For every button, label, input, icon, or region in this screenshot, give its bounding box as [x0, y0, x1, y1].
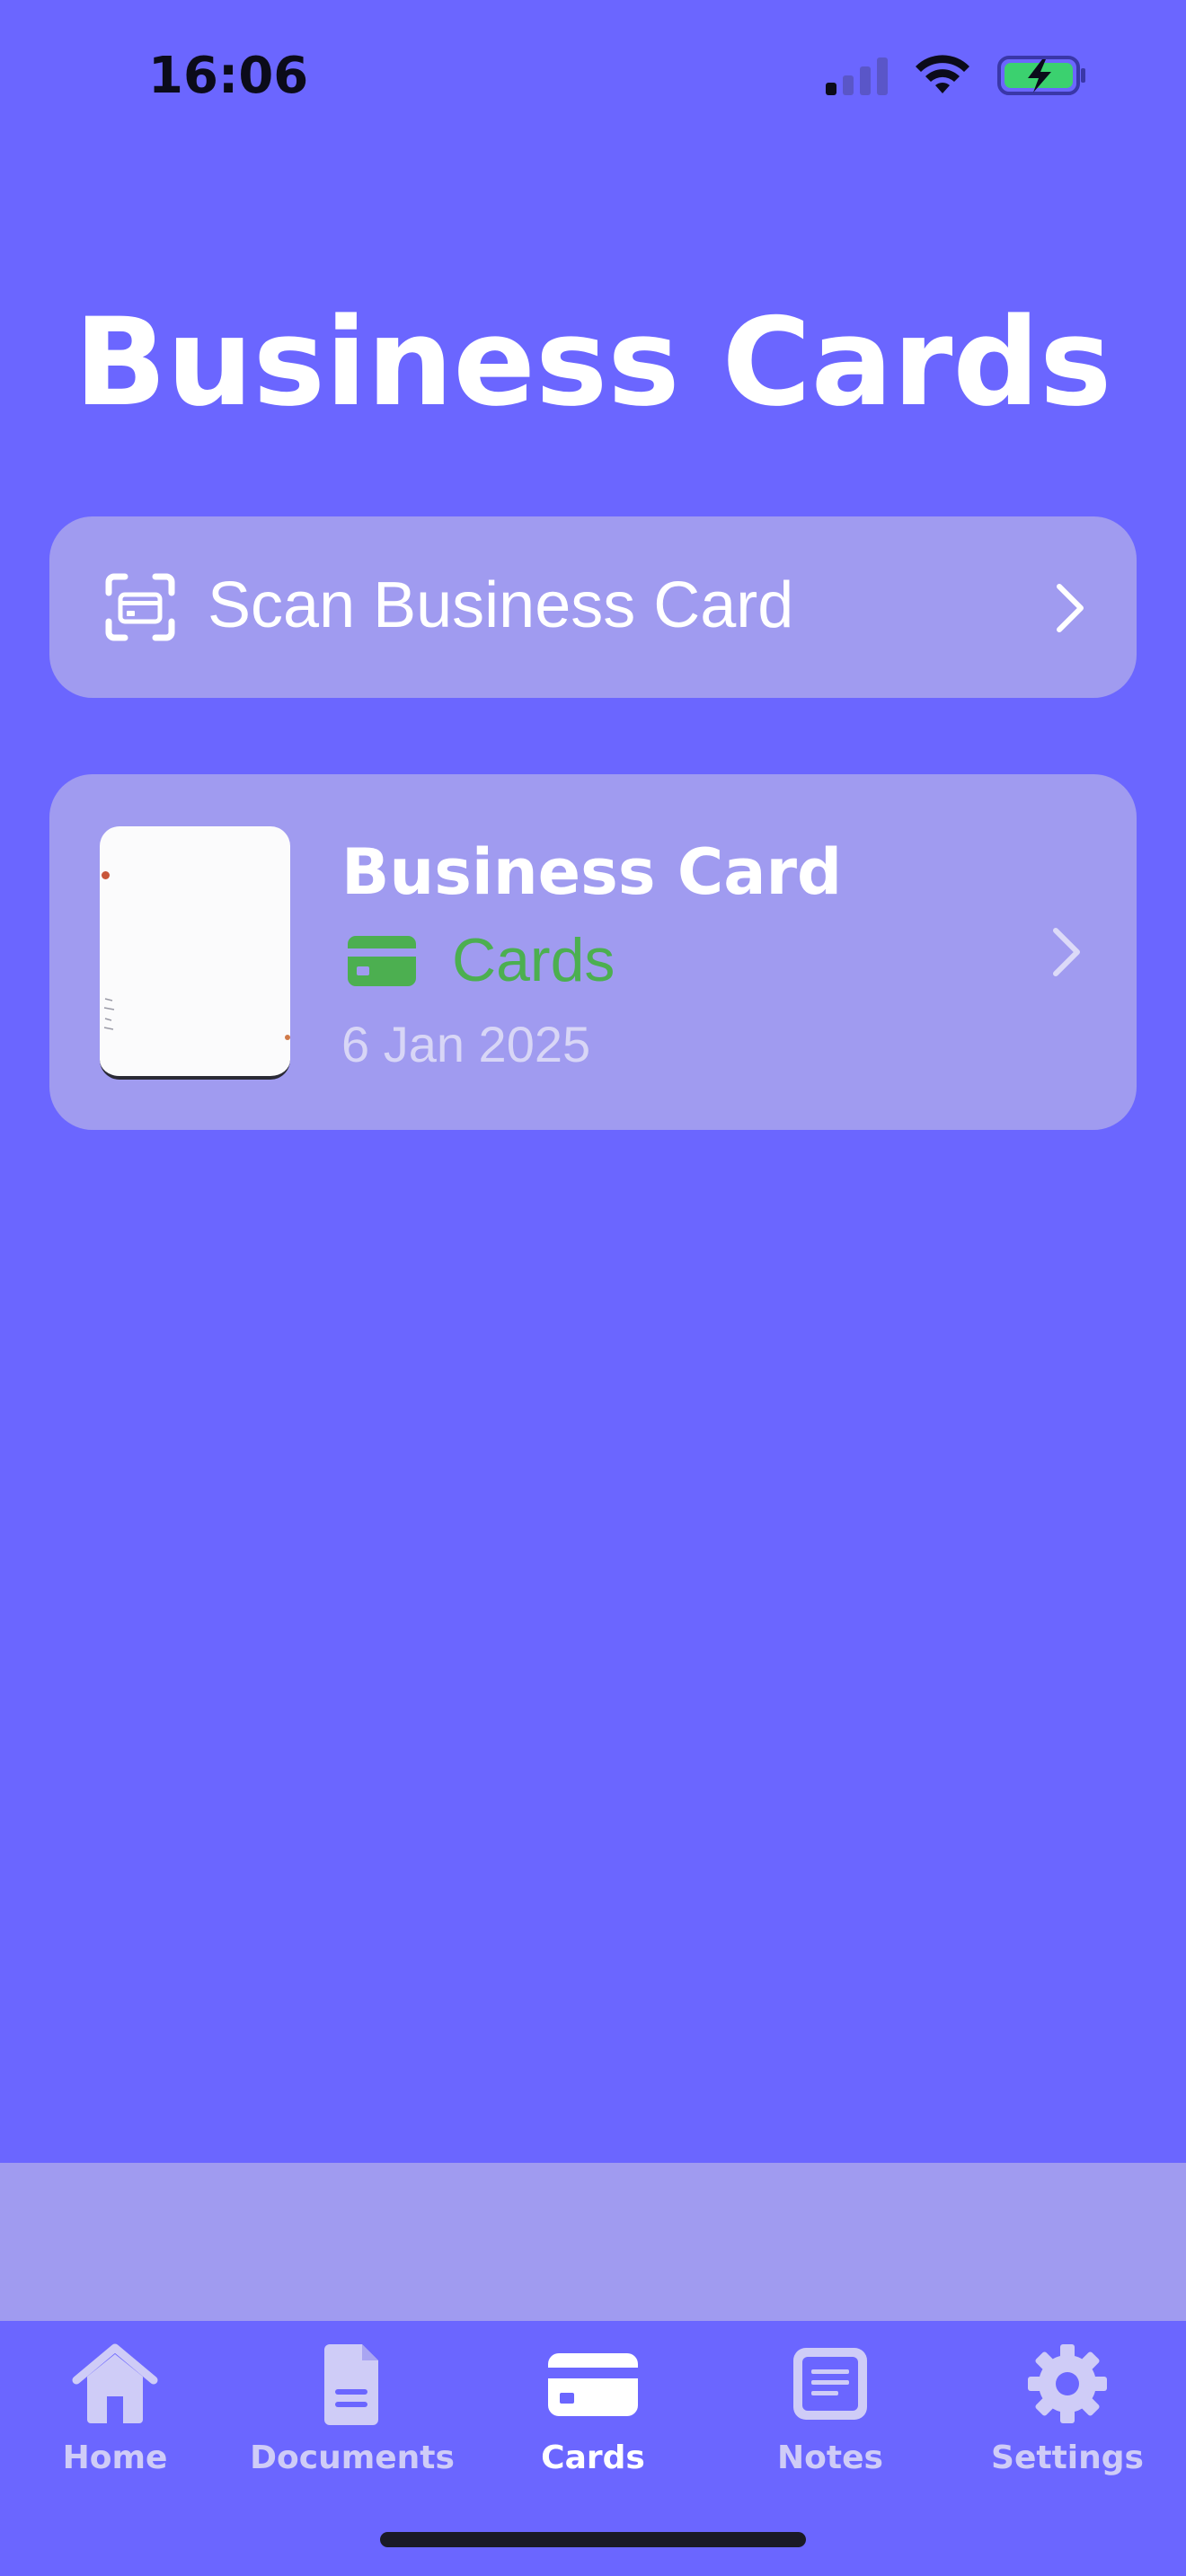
gear-icon — [1028, 2344, 1107, 2423]
status-bar: 16:06 — [0, 0, 1186, 162]
tab-documents[interactable]: Documents — [244, 2341, 460, 2520]
credit-card-icon — [548, 2353, 638, 2416]
card-category: Cards — [452, 926, 615, 994]
status-time: 16:06 — [148, 47, 309, 105]
tab-notes[interactable]: Notes — [722, 2341, 938, 2520]
page-title: Business Cards — [74, 292, 1112, 433]
tab-notes-label: Notes — [777, 2439, 883, 2476]
tab-settings-label: Settings — [991, 2439, 1144, 2476]
scan-card-icon — [105, 573, 175, 641]
cellular-signal-icon — [826, 56, 888, 95]
tab-settings[interactable]: Settings — [960, 2341, 1175, 2520]
tab-home[interactable]: Home — [7, 2341, 223, 2520]
document-icon — [324, 2344, 378, 2425]
status-icons — [826, 54, 1087, 97]
card-title: Business Card — [341, 835, 843, 909]
business-card-list-item[interactable]: Business Card Cards 6 Jan 2025 — [49, 774, 1137, 1130]
chevron-right-icon — [1057, 584, 1084, 632]
home-icon — [72, 2343, 158, 2423]
tab-home-label: Home — [62, 2439, 168, 2476]
credit-card-icon — [348, 936, 416, 986]
home-indicator[interactable] — [380, 2532, 806, 2547]
tab-cards[interactable]: Cards — [485, 2341, 701, 2520]
scan-business-card-label: Scan Business Card — [208, 569, 794, 641]
card-date: 6 Jan 2025 — [341, 1016, 591, 1072]
tab-cards-label: Cards — [541, 2439, 645, 2476]
bottom-banner-area — [0, 2163, 1186, 2321]
card-thumbnail — [100, 826, 290, 1080]
scan-business-card-button[interactable]: Scan Business Card — [49, 516, 1137, 698]
battery-charging-icon — [997, 56, 1085, 95]
screen: 16:06 Business Cards Scan Business Card … — [0, 0, 1186, 2576]
chevron-right-icon — [1053, 928, 1080, 976]
tab-documents-label: Documents — [250, 2439, 455, 2476]
notes-icon — [793, 2348, 867, 2420]
wifi-icon — [916, 55, 969, 93]
